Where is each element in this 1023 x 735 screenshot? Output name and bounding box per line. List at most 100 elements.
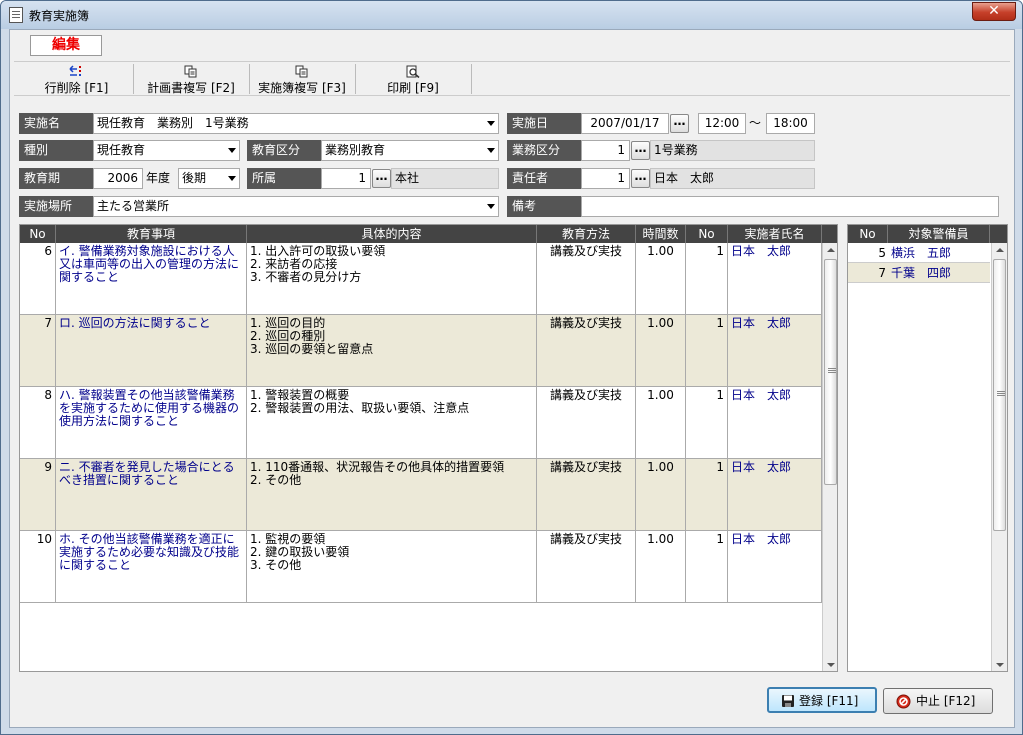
cell-method[interactable]: 講義及び実技 bbox=[537, 387, 636, 458]
jisshi-name-label: 実施名 bbox=[19, 113, 93, 134]
app-window: 教育実施簿 ✕ 編集 行削除 [F1] 計画書複写 [F2] 実施簿複写 [F3… bbox=[0, 0, 1023, 735]
side-col-header-name[interactable]: 対象警備員 bbox=[888, 225, 990, 243]
cell-staff-no[interactable]: 1 bbox=[686, 387, 728, 458]
gyomu-kubun-name: 1号業務 bbox=[650, 140, 815, 161]
cell-content[interactable]: 1. 警報装置の概要 2. 警報装置の用法、取扱い要領、注意点 bbox=[247, 387, 537, 458]
cell-staff[interactable]: 日本 太郎 bbox=[728, 459, 822, 530]
cell-staff[interactable]: 日本 太郎 bbox=[728, 531, 822, 602]
col-header-method[interactable]: 教育方法 bbox=[537, 225, 636, 243]
stop-icon bbox=[896, 694, 911, 709]
table-row[interactable]: 9 ニ. 不審者を発見した場合にとるべき措置に関すること 1. 110番通報、状況報… bbox=[20, 459, 822, 531]
register-button[interactable]: 登録 [F11] bbox=[767, 687, 877, 713]
kyoiku-kubun-select[interactable]: 業務別教育 bbox=[321, 140, 499, 161]
side-scrollbar[interactable] bbox=[991, 243, 1007, 671]
guard-grid: No 対象警備員 5 横浜 五郎 7 千葉 四郎 bbox=[847, 224, 1008, 672]
cell-staff-no[interactable]: 1 bbox=[686, 315, 728, 386]
window-title: 教育実施簿 bbox=[29, 9, 90, 23]
scroll-up-icon[interactable] bbox=[996, 248, 1004, 252]
toolbar-separator bbox=[133, 64, 134, 94]
toolbar-separator bbox=[355, 64, 356, 94]
delete-row-button[interactable]: 行削除 [F1] bbox=[24, 62, 129, 96]
shozoku-lookup-button[interactable]: … bbox=[372, 169, 391, 188]
print-button[interactable]: 印刷 [F9] bbox=[358, 62, 468, 96]
cell-no[interactable]: 7 bbox=[20, 315, 56, 386]
kyoiku-ki-label: 教育期 bbox=[19, 168, 93, 189]
register-label: 登録 [F11] bbox=[799, 694, 859, 708]
copy-icon bbox=[184, 65, 197, 78]
cell-item[interactable]: ロ. 巡回の方法に関すること bbox=[56, 315, 247, 386]
cell-hours[interactable]: 1.00 bbox=[636, 315, 686, 386]
copy-plan-button[interactable]: 計画書複写 [F2] bbox=[136, 62, 246, 96]
cell-hours[interactable]: 1.00 bbox=[636, 531, 686, 602]
cell-staff[interactable]: 日本 太郎 bbox=[728, 387, 822, 458]
shubetsu-select[interactable]: 現任教育 bbox=[93, 140, 240, 161]
col-header-no[interactable]: No bbox=[20, 225, 56, 243]
side-col-header-no[interactable]: No bbox=[848, 225, 888, 243]
cell-staff[interactable]: 日本 太郎 bbox=[728, 315, 822, 386]
guard-name: 千葉 四郎 bbox=[891, 266, 952, 280]
cell-method[interactable]: 講義及び実技 bbox=[537, 531, 636, 602]
grip-icon bbox=[828, 368, 836, 373]
cell-content[interactable]: 1. 出入許可の取扱い要領 2. 来訪者の応接 3. 不審者の見分け方 bbox=[247, 243, 537, 314]
cell-item[interactable]: ニ. 不審者を発見した場合にとるべき措置に関すること bbox=[56, 459, 247, 530]
cell-no[interactable]: 6 bbox=[20, 243, 56, 314]
cell-content[interactable]: 1. 110番通報、状況報告その他具体的措置要領 2. その他 bbox=[247, 459, 537, 530]
sekinin-lookup-button[interactable]: … bbox=[631, 169, 650, 188]
cell-no[interactable]: 8 bbox=[20, 387, 56, 458]
start-time-field[interactable]: 12:00 bbox=[698, 113, 746, 134]
cell-item[interactable]: ホ. その他当該警備業務を適正に実施するため必要な知識及び技能に関すること bbox=[56, 531, 247, 602]
date-picker-button[interactable]: … bbox=[670, 114, 689, 133]
cell-hours[interactable]: 1.00 bbox=[636, 459, 686, 530]
cell-staff[interactable]: 日本 太郎 bbox=[728, 243, 822, 314]
cell-no[interactable]: 9 bbox=[20, 459, 56, 530]
kyoiku-year-field[interactable]: 2006 bbox=[93, 168, 143, 189]
scroll-down-icon[interactable] bbox=[827, 663, 835, 667]
close-button[interactable]: ✕ bbox=[972, 2, 1016, 21]
shozoku-code[interactable]: 1 bbox=[321, 168, 371, 189]
gyomu-kubun-code[interactable]: 1 bbox=[581, 140, 630, 161]
cell-hours[interactable]: 1.00 bbox=[636, 387, 686, 458]
scroll-thumb[interactable] bbox=[993, 259, 1006, 531]
list-item[interactable]: 7 千葉 四郎 bbox=[848, 263, 990, 283]
col-header-content[interactable]: 具体的内容 bbox=[247, 225, 537, 243]
kyoiku-kubun-value: 業務別教育 bbox=[325, 143, 386, 157]
cell-item[interactable]: イ. 警備業務対象施設における人又は車両等の出入の管理の方法に関すること bbox=[56, 243, 247, 314]
basho-select[interactable]: 主たる営業所 bbox=[93, 196, 499, 217]
term-select[interactable]: 後期 bbox=[178, 168, 240, 189]
sekinin-code[interactable]: 1 bbox=[581, 168, 630, 189]
list-item[interactable]: 5 横浜 五郎 bbox=[848, 243, 990, 263]
jisshi-date-field[interactable]: 2007/01/17 bbox=[581, 113, 669, 134]
table-row[interactable]: 8 ハ. 警報装置その他当該警備業務を実施するために使用する機器の使用方法に関する… bbox=[20, 387, 822, 459]
cell-method[interactable]: 講義及び実技 bbox=[537, 243, 636, 314]
end-time-field[interactable]: 18:00 bbox=[766, 113, 815, 134]
col-header-item[interactable]: 教育事項 bbox=[56, 225, 247, 243]
cell-content[interactable]: 1. 監視の要領 2. 鍵の取扱い要領 3. その他 bbox=[247, 531, 537, 602]
cancel-button[interactable]: 中止 [F12] bbox=[883, 688, 993, 714]
table-row[interactable]: 10 ホ. その他当該警備業務を適正に実施するため必要な知識及び技能に関すること 1… bbox=[20, 531, 822, 603]
chevron-down-icon bbox=[228, 148, 236, 153]
delete-row-label: 行削除 [F1] bbox=[44, 81, 109, 95]
copy-record-button[interactable]: 実施簿複写 [F3] bbox=[252, 62, 352, 96]
cell-method[interactable]: 講義及び実技 bbox=[537, 315, 636, 386]
grid-scrollbar[interactable] bbox=[822, 243, 837, 671]
col-header-staff[interactable]: 実施者氏名 bbox=[728, 225, 822, 243]
jisshi-date-label: 実施日 bbox=[507, 113, 581, 134]
cell-content[interactable]: 1. 巡回の目的 2. 巡回の種別 3. 巡回の要領と留意点 bbox=[247, 315, 537, 386]
table-row[interactable]: 6 イ. 警備業務対象施設における人又は車両等の出入の管理の方法に関すること 1. … bbox=[20, 243, 822, 315]
cell-item[interactable]: ハ. 警報装置その他当該警備業務を実施するために使用する機器の使用方法に関するこ… bbox=[56, 387, 247, 458]
cell-staff-no[interactable]: 1 bbox=[686, 531, 728, 602]
gyomu-kubun-lookup-button[interactable]: … bbox=[631, 141, 650, 160]
cell-staff-no[interactable]: 1 bbox=[686, 459, 728, 530]
cell-staff-no[interactable]: 1 bbox=[686, 243, 728, 314]
table-row[interactable]: 7 ロ. 巡回の方法に関すること 1. 巡回の目的 2. 巡回の種別 3. 巡回の要… bbox=[20, 315, 822, 387]
biko-field[interactable] bbox=[581, 196, 999, 217]
col-header-staff-no[interactable]: No bbox=[686, 225, 728, 243]
col-header-hours[interactable]: 時間数 bbox=[636, 225, 686, 243]
scroll-down-icon[interactable] bbox=[996, 663, 1004, 667]
scroll-thumb[interactable] bbox=[824, 259, 837, 485]
cell-no[interactable]: 10 bbox=[20, 531, 56, 602]
jisshi-name-select[interactable]: 現任教育 業務別 1号業務 bbox=[93, 113, 499, 134]
scroll-up-icon[interactable] bbox=[827, 248, 835, 252]
cell-hours[interactable]: 1.00 bbox=[636, 243, 686, 314]
cell-method[interactable]: 講義及び実技 bbox=[537, 459, 636, 530]
